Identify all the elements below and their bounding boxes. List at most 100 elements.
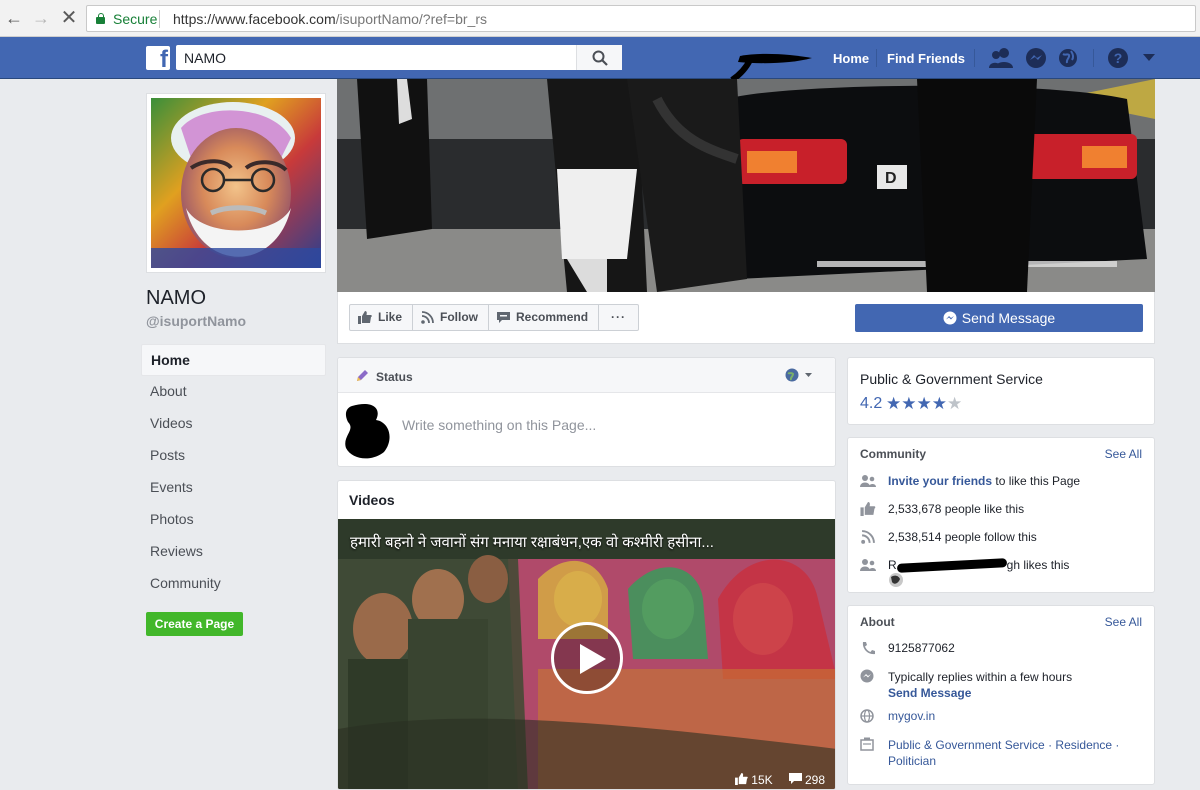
recommend-button[interactable]: Recommend	[489, 305, 600, 330]
invite-friends-icon	[860, 475, 876, 487]
profile-portrait-image	[151, 98, 321, 268]
url-host: https://www.facebook.com	[173, 11, 336, 27]
friend-name-prefix[interactable]: R	[888, 558, 897, 572]
video-comments[interactable]: 298	[788, 773, 825, 787]
top-divider	[974, 49, 975, 67]
rating-stars[interactable]: ★★★★★	[886, 394, 962, 414]
star-empty-icon: ★	[947, 394, 963, 413]
search-box	[176, 45, 622, 70]
facebook-logo-icon[interactable]: f	[146, 46, 170, 70]
nav-item-community[interactable]: Community	[141, 568, 326, 600]
play-icon[interactable]	[551, 622, 623, 694]
video-comments-count: 298	[804, 773, 825, 787]
nav-item-about[interactable]: About	[141, 376, 326, 408]
rss-follow-icon	[421, 311, 434, 324]
star-filled-icon: ★	[886, 394, 902, 413]
user-avatar-redacted	[345, 403, 390, 459]
invite-friends-text: to like this Page	[992, 474, 1081, 488]
audience-globe-icon[interactable]	[785, 368, 813, 382]
video-likes[interactable]: 15K	[734, 773, 773, 787]
star-filled-icon: ★	[931, 394, 947, 413]
address-bar[interactable]: Secure https://www.facebook.com/isuportN…	[86, 5, 1196, 32]
videos-heading[interactable]: Videos	[349, 492, 395, 508]
url-text[interactable]: https://www.facebook.com/isuportNamo/?re…	[173, 11, 487, 27]
home-link[interactable]: Home	[833, 51, 869, 66]
community-card: Community See All Invite your friends to…	[847, 437, 1155, 593]
redaction-scribble	[730, 53, 812, 82]
more-options-button[interactable]: ···	[599, 305, 638, 330]
forward-arrow-icon[interactable]: →	[31, 8, 51, 28]
friend-likes-row: Rgh likes this	[860, 558, 1069, 574]
thumbs-up-icon	[860, 502, 876, 516]
stop-loading-icon[interactable]: ✕	[59, 8, 79, 28]
video-player[interactable]: हमारी बहनो ने जवानों संग मनाया रक्षाबंधन…	[338, 519, 835, 789]
messenger-icon	[943, 311, 957, 325]
rating-value[interactable]: 4.2	[860, 395, 882, 413]
messenger-icon[interactable]	[1025, 47, 1047, 69]
nav-item-photos[interactable]: Photos	[141, 504, 326, 536]
about-heading[interactable]: About	[860, 615, 895, 629]
search-button[interactable]	[576, 45, 622, 70]
url-divider	[159, 10, 160, 28]
account-menu-caret-icon[interactable]	[1143, 54, 1155, 62]
search-input[interactable]	[176, 45, 574, 70]
url-path: /isuportNamo/?ref=br_rs	[335, 11, 487, 27]
browser-toolbar: ← → ✕ Secure https://www.facebook.com/is…	[0, 0, 1200, 37]
find-friends-link[interactable]: Find Friends	[887, 51, 965, 66]
website-link[interactable]: mygov.in	[888, 709, 935, 723]
redaction-scribble	[896, 558, 1007, 574]
cover-image-car-security: D	[337, 79, 1155, 292]
cover-photo[interactable]: D	[337, 79, 1155, 292]
nav-item-events[interactable]: Events	[141, 472, 326, 504]
phone-number[interactable]: 9125877062	[888, 641, 955, 655]
svg-text:D: D	[885, 170, 897, 187]
notifications-globe-icon[interactable]	[1058, 47, 1078, 69]
likes-count-text: 2,533,678 people like this	[888, 502, 1025, 516]
like-label: Like	[378, 310, 403, 324]
top-divider	[876, 49, 877, 67]
friend-requests-icon[interactable]	[989, 47, 1013, 69]
likes-row: 2,533,678 people like this	[860, 502, 1024, 516]
page-category[interactable]: Public & Government Service	[860, 371, 1043, 387]
status-tab-label[interactable]: Status	[376, 370, 413, 384]
page-categories-links[interactable]: Public & Government Service · Residence …	[888, 737, 1138, 769]
action-button-group: Like Follow Recommend ···	[349, 304, 640, 331]
create-page-button[interactable]: Create a Page	[146, 612, 243, 636]
pencil-icon	[357, 370, 368, 381]
about-see-all-link[interactable]: See All	[1105, 615, 1142, 629]
community-see-all-link[interactable]: See All	[1105, 447, 1142, 461]
community-heading[interactable]: Community	[860, 447, 926, 461]
invite-friends-link[interactable]: Invite your friends	[888, 474, 992, 488]
follows-row: 2,538,514 people follow this	[860, 530, 1037, 544]
like-button[interactable]: Like	[350, 305, 414, 330]
back-arrow-icon[interactable]: ←	[4, 8, 24, 28]
friend-avatar-icon[interactable]	[888, 572, 904, 588]
top-divider	[1093, 49, 1094, 67]
thumbs-up-icon	[734, 773, 748, 785]
follow-label: Follow	[440, 310, 479, 324]
invite-friends-row: Invite your friends to like this Page	[860, 474, 1080, 488]
secure-label: Secure	[113, 11, 158, 27]
send-message-label: Send Message	[961, 310, 1056, 326]
nav-item-videos[interactable]: Videos	[141, 408, 326, 440]
response-time-row: Typically replies within a few hours Send…	[860, 669, 1072, 701]
nav-item-posts[interactable]: Posts	[141, 440, 326, 472]
nav-item-home[interactable]: Home	[141, 344, 326, 376]
search-icon	[592, 50, 608, 66]
thumbs-up-icon	[358, 311, 372, 324]
help-icon[interactable]: ?	[1107, 47, 1129, 69]
page-profile-picture[interactable]	[146, 93, 326, 273]
nav-item-reviews[interactable]: Reviews	[141, 536, 326, 568]
recommend-label: Recommend	[516, 310, 589, 324]
lock-icon	[96, 13, 105, 24]
send-message-button[interactable]: Send Message	[855, 304, 1143, 332]
about-send-message-link[interactable]: Send Message	[888, 686, 971, 700]
response-time-text: Typically replies within a few hours	[888, 670, 1073, 684]
follow-button[interactable]: Follow	[413, 305, 490, 330]
page-handle[interactable]: @isuportNamo	[146, 313, 246, 329]
composer-input[interactable]: Write something on this Page...	[402, 417, 596, 433]
category-tag-icon	[860, 737, 874, 751]
follows-count-text: 2,538,514 people follow this	[888, 530, 1037, 544]
video-title[interactable]: हमारी बहनो ने जवानों संग मनाया रक्षाबंधन…	[350, 532, 714, 552]
svg-text:?: ?	[1114, 50, 1123, 66]
